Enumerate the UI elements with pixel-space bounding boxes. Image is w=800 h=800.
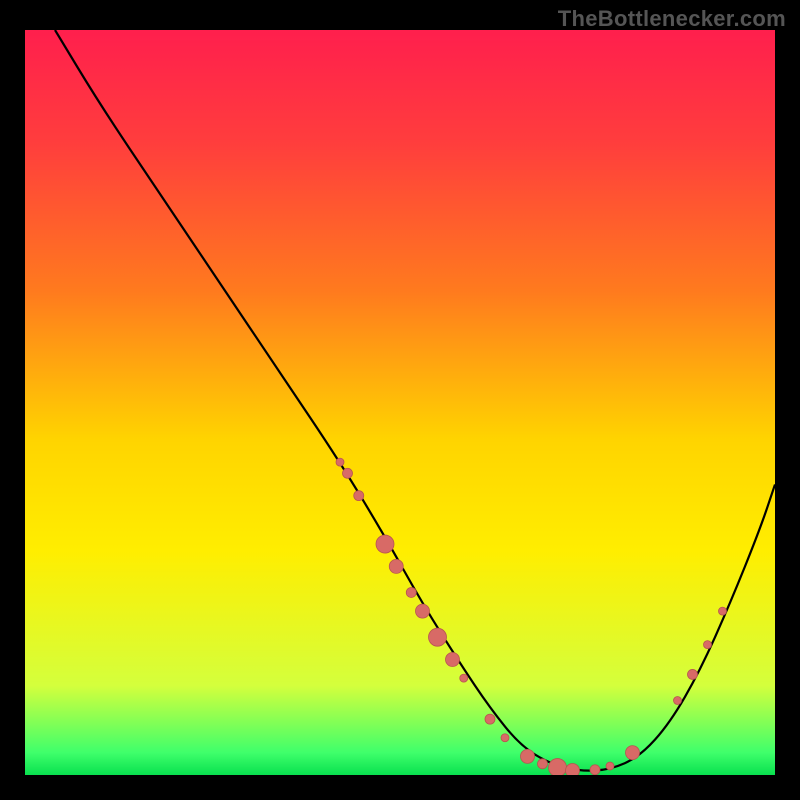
data-marker [460,674,468,682]
data-marker [549,759,567,775]
chart-container [25,30,775,775]
data-marker [376,535,394,553]
data-marker [446,653,460,667]
data-marker [606,762,614,770]
data-marker [626,746,640,760]
data-marker [688,669,698,679]
bottleneck-chart [25,30,775,775]
data-marker [406,587,416,597]
data-marker [566,764,580,775]
attribution-text: TheBottlenecker.com [558,6,786,32]
data-marker [501,734,509,742]
data-marker [590,765,600,775]
data-marker [416,604,430,618]
data-marker [521,749,535,763]
data-marker [674,697,682,705]
data-marker [485,714,495,724]
data-marker [336,458,344,466]
data-marker [538,759,548,769]
data-marker [429,628,447,646]
data-marker [343,468,353,478]
data-marker [354,491,364,501]
data-marker [704,641,712,649]
data-marker [389,559,403,573]
data-marker [719,607,727,615]
gradient-background [25,30,775,775]
